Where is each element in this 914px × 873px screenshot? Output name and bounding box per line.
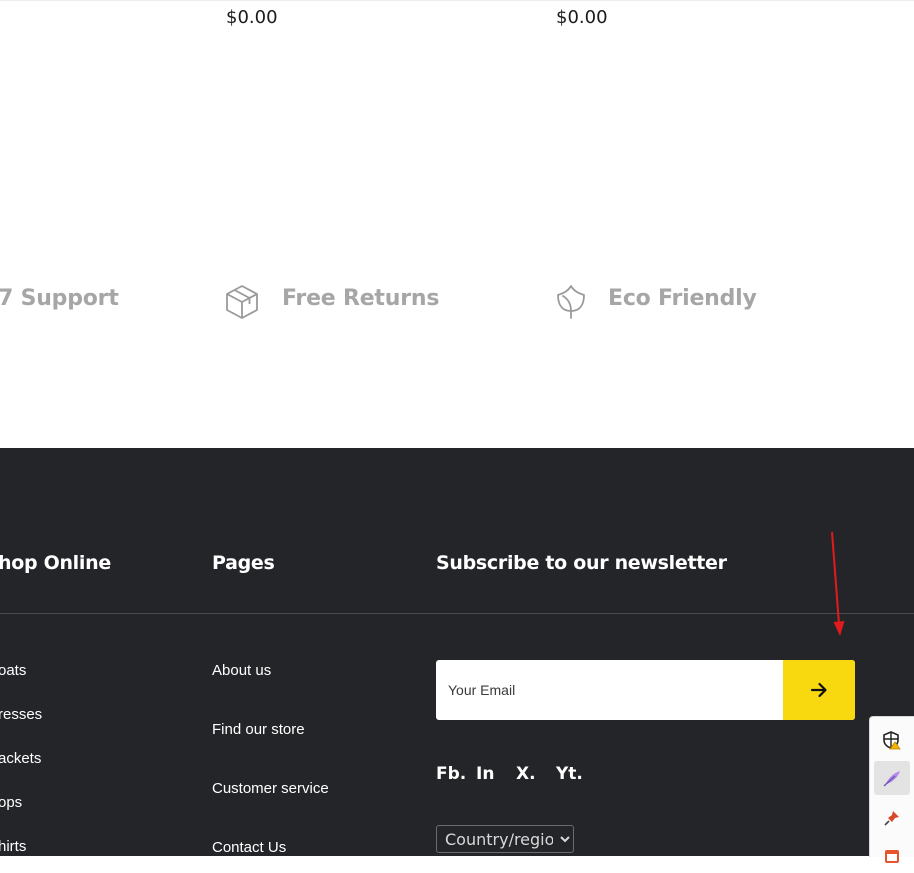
footer-link-jackets[interactable]: ackets: [0, 750, 41, 767]
calendar-icon[interactable]: [874, 839, 910, 873]
social-link-x[interactable]: X.: [516, 764, 536, 784]
product-price: $0.00: [556, 7, 608, 28]
social-link-facebook[interactable]: Fb.: [436, 764, 466, 784]
social-link-youtube[interactable]: Yt.: [556, 764, 583, 784]
footer-link-tops[interactable]: ops: [0, 794, 22, 811]
footer-divider: [0, 613, 914, 614]
site-footer: hop Online Pages Subscribe to our newsle…: [0, 448, 914, 856]
footer-link-about-us[interactable]: About us: [212, 662, 271, 679]
footer-link-find-store[interactable]: Find our store: [212, 721, 305, 738]
social-link-linkedin[interactable]: In: [476, 764, 494, 784]
footer-title-newsletter: Subscribe to our newsletter: [436, 552, 727, 574]
country-region-select[interactable]: Country/region: [436, 825, 574, 853]
footer-title-shop: hop Online: [0, 552, 111, 574]
product-price: $0.00: [226, 7, 278, 28]
subscribe-button[interactable]: [783, 660, 855, 720]
footer-link-shirts[interactable]: hirts: [0, 838, 26, 855]
shield-warning-icon[interactable]: [874, 723, 910, 757]
footer-link-contact-us[interactable]: Contact Us: [212, 839, 286, 856]
newsletter-form: [436, 660, 855, 720]
arrow-right-icon: [810, 682, 827, 698]
annotation-arrow: [831, 531, 845, 636]
footer-link-dresses[interactable]: resses: [0, 706, 42, 723]
feature-label-returns: Free Returns: [282, 286, 440, 311]
footer-link-customer-service[interactable]: Customer service: [212, 780, 329, 797]
pin-icon[interactable]: [874, 801, 910, 835]
box-icon: [223, 283, 261, 321]
top-divider: [0, 0, 914, 1]
feature-label-support: 7 Support: [0, 286, 119, 311]
email-input[interactable]: [436, 660, 783, 720]
footer-link-coats[interactable]: oats: [0, 662, 26, 679]
footer-title-pages: Pages: [212, 552, 275, 574]
extension-tray: [869, 716, 914, 863]
feature-label-eco: Eco Friendly: [608, 286, 757, 311]
leaf-icon: [552, 283, 590, 321]
feather-icon[interactable]: [874, 761, 910, 795]
